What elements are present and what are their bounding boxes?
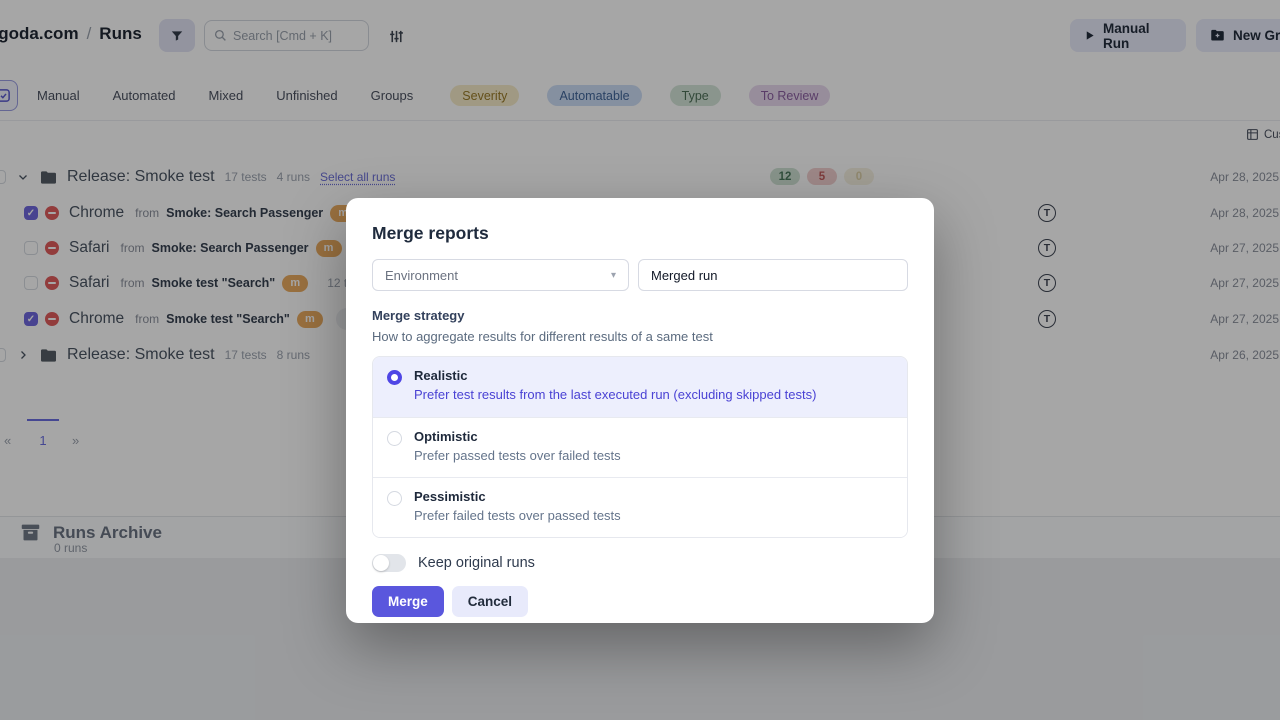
option-name: Optimistic [414,429,621,444]
environment-select[interactable]: Environment ▾ [372,259,629,291]
option-description: Prefer test results from the last execut… [414,387,816,402]
modal-title: Merge reports [372,223,908,244]
option-name: Realistic [414,368,816,383]
keep-original-runs-toggle[interactable] [372,554,406,572]
environment-select-value: Environment [385,268,458,283]
merge-strategy-label: Merge strategy [372,308,908,323]
option-realistic[interactable]: Realistic Prefer test results from the l… [373,357,907,417]
radio-selected[interactable] [387,370,402,385]
radio-unselected[interactable] [387,431,402,446]
chevron-down-icon: ▾ [611,270,616,281]
option-pessimistic[interactable]: Pessimistic Prefer failed tests over pas… [373,477,907,537]
option-optimistic[interactable]: Optimistic Prefer passed tests over fail… [373,417,907,477]
cancel-button[interactable]: Cancel [452,586,528,617]
option-description: Prefer failed tests over passed tests [414,508,621,523]
option-name: Pessimistic [414,489,621,504]
merge-strategy-options: Realistic Prefer test results from the l… [372,356,908,538]
merge-reports-modal: Merge reports Environment ▾ Merge strate… [346,198,934,623]
option-description: Prefer passed tests over failed tests [414,448,621,463]
merge-button[interactable]: Merge [372,586,444,617]
toggle-knob [373,555,389,571]
radio-unselected[interactable] [387,491,402,506]
merge-strategy-description: How to aggregate results for different r… [372,329,908,344]
merged-run-name-input[interactable] [638,259,908,291]
runs-page: Agoda.com / Runs Manual Run New Group [0,0,1280,720]
keep-original-runs-label: Keep original runs [418,555,535,571]
